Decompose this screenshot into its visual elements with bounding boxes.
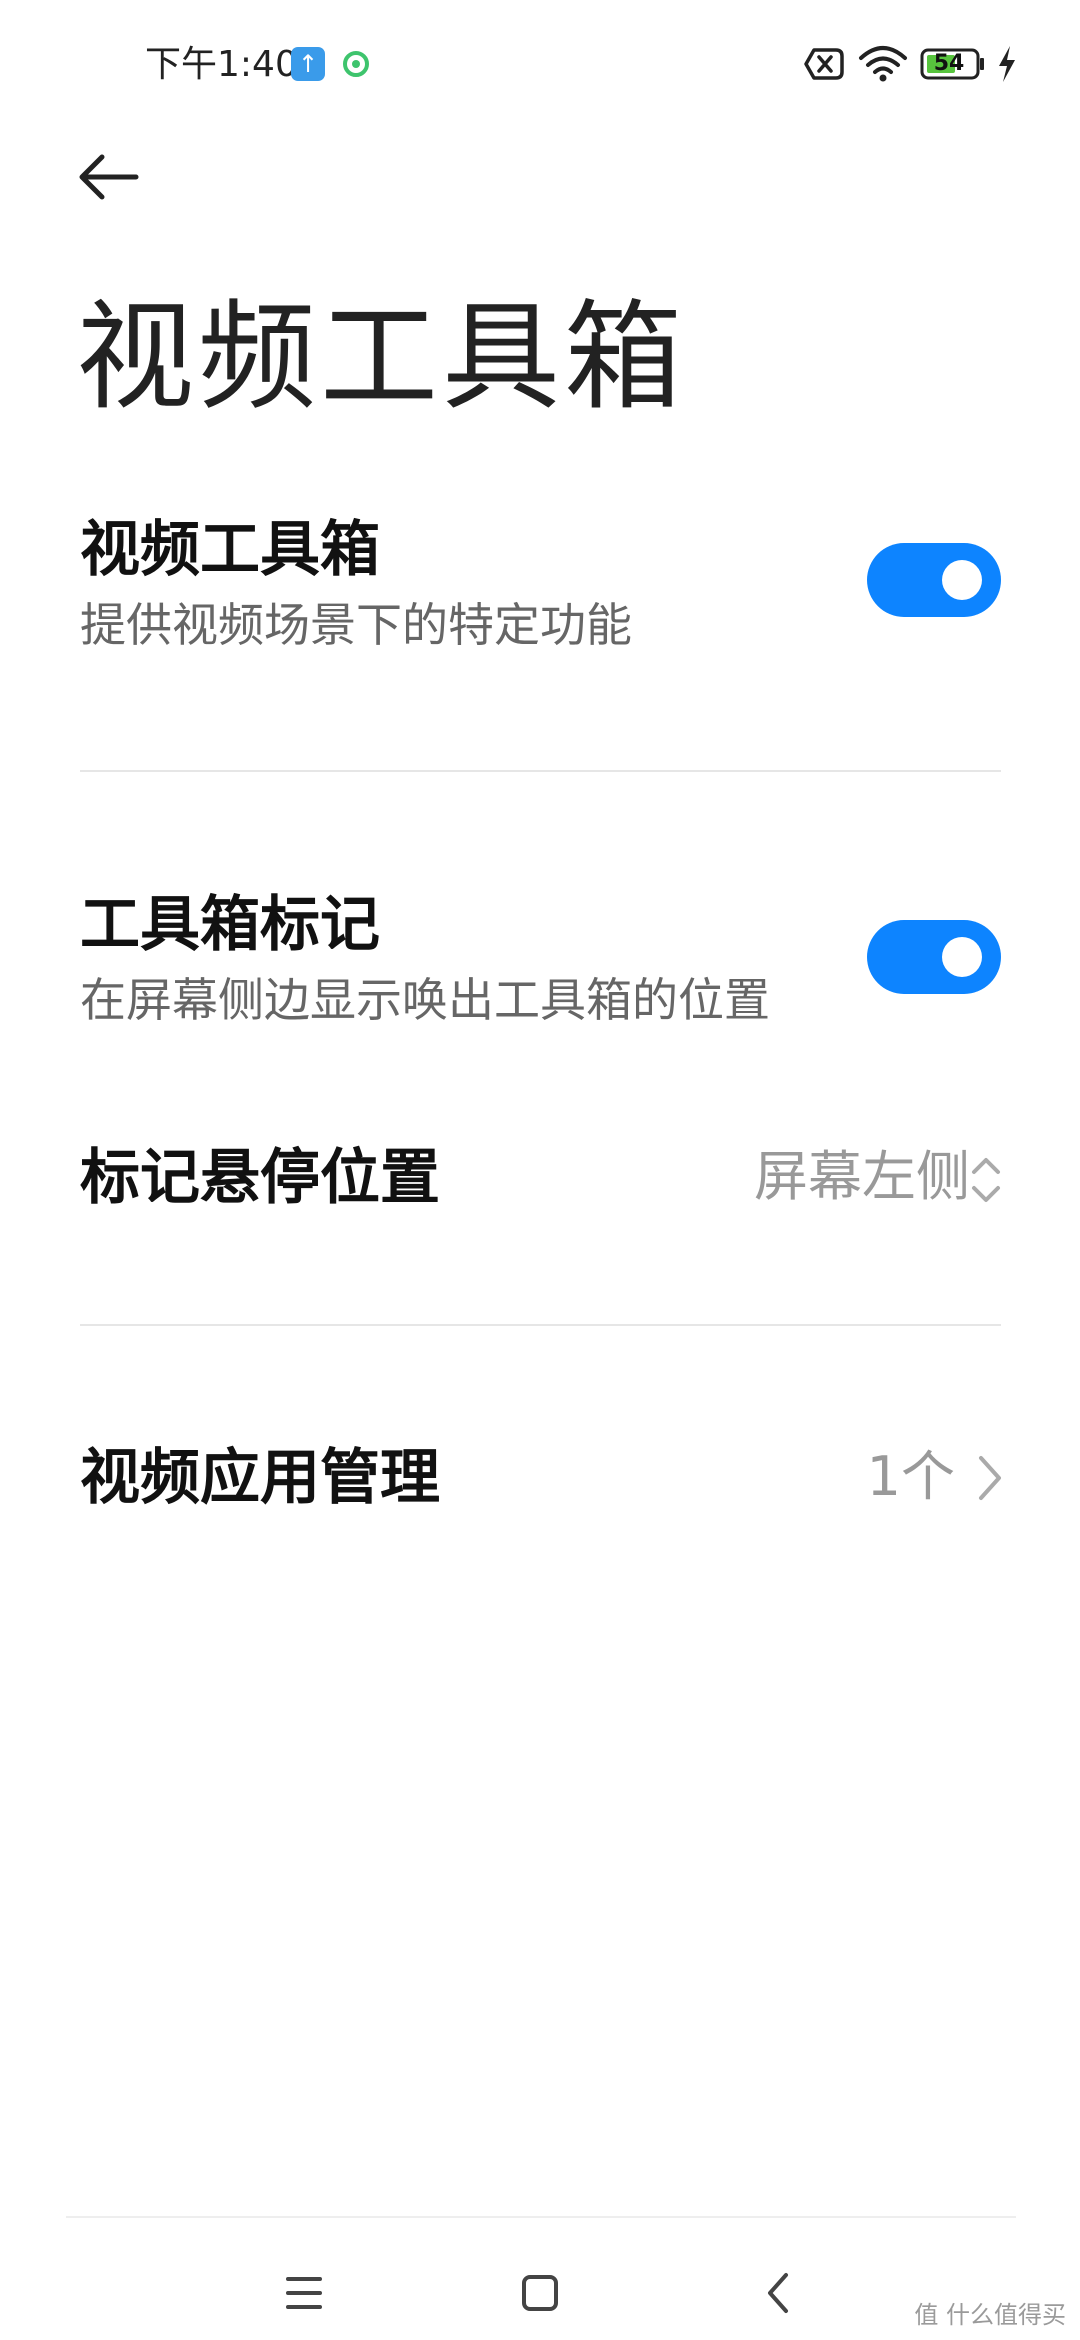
divider bbox=[80, 770, 1001, 772]
green-ring-icon bbox=[343, 51, 369, 77]
home-icon[interactable] bbox=[500, 2253, 580, 2333]
toolbox-marker-row[interactable]: 工具箱标记 在屏幕侧边显示唤出工具箱的位置 bbox=[0, 870, 1080, 1070]
marker-position-value: 屏幕左侧 bbox=[754, 1145, 970, 1208]
watermark: 值 什么值得买 bbox=[914, 2301, 1066, 2329]
wifi-icon bbox=[859, 46, 907, 82]
upload-arrow-icon: ↑ bbox=[291, 47, 325, 81]
marker-position-row[interactable]: 标记悬停位置 屏幕左侧 bbox=[0, 1130, 1080, 1230]
toolbox-marker-subtitle: 在屏幕侧边显示唤出工具箱的位置 bbox=[80, 973, 770, 1027]
charging-bolt-icon bbox=[999, 46, 1015, 82]
status-time: 下午1:40 bbox=[145, 44, 298, 85]
video-toolbox-subtitle: 提供视频场景下的特定功能 bbox=[80, 598, 632, 652]
video-app-management-title: 视频应用管理 bbox=[80, 1443, 440, 1513]
nav-bar-divider bbox=[66, 2216, 1016, 2218]
video-app-management-count: 1个 bbox=[866, 1445, 955, 1508]
battery-level: 54 bbox=[933, 51, 965, 76]
divider bbox=[80, 1324, 1001, 1326]
no-sim-icon bbox=[804, 48, 844, 80]
toggle-knob bbox=[942, 560, 982, 600]
page-title: 视频工具箱 bbox=[76, 288, 687, 426]
back-arrow-icon[interactable] bbox=[76, 152, 140, 202]
video-toolbox-title: 视频工具箱 bbox=[80, 515, 380, 585]
video-app-management-row[interactable]: 视频应用管理 1个 bbox=[0, 1430, 1080, 1530]
toolbox-marker-title: 工具箱标记 bbox=[80, 890, 380, 960]
battery-icon: 54 bbox=[920, 48, 986, 80]
toggle-knob bbox=[942, 937, 982, 977]
up-down-chevron-icon bbox=[972, 1158, 1000, 1202]
video-toolbox-toggle[interactable] bbox=[867, 543, 1001, 617]
marker-position-title: 标记悬停位置 bbox=[80, 1143, 440, 1213]
back-icon[interactable] bbox=[740, 2253, 820, 2333]
menu-icon[interactable] bbox=[264, 2253, 344, 2333]
video-toolbox-row[interactable]: 视频工具箱 提供视频场景下的特定功能 bbox=[0, 495, 1080, 695]
chevron-right-icon bbox=[979, 1456, 1001, 1500]
toolbox-marker-toggle[interactable] bbox=[867, 920, 1001, 994]
